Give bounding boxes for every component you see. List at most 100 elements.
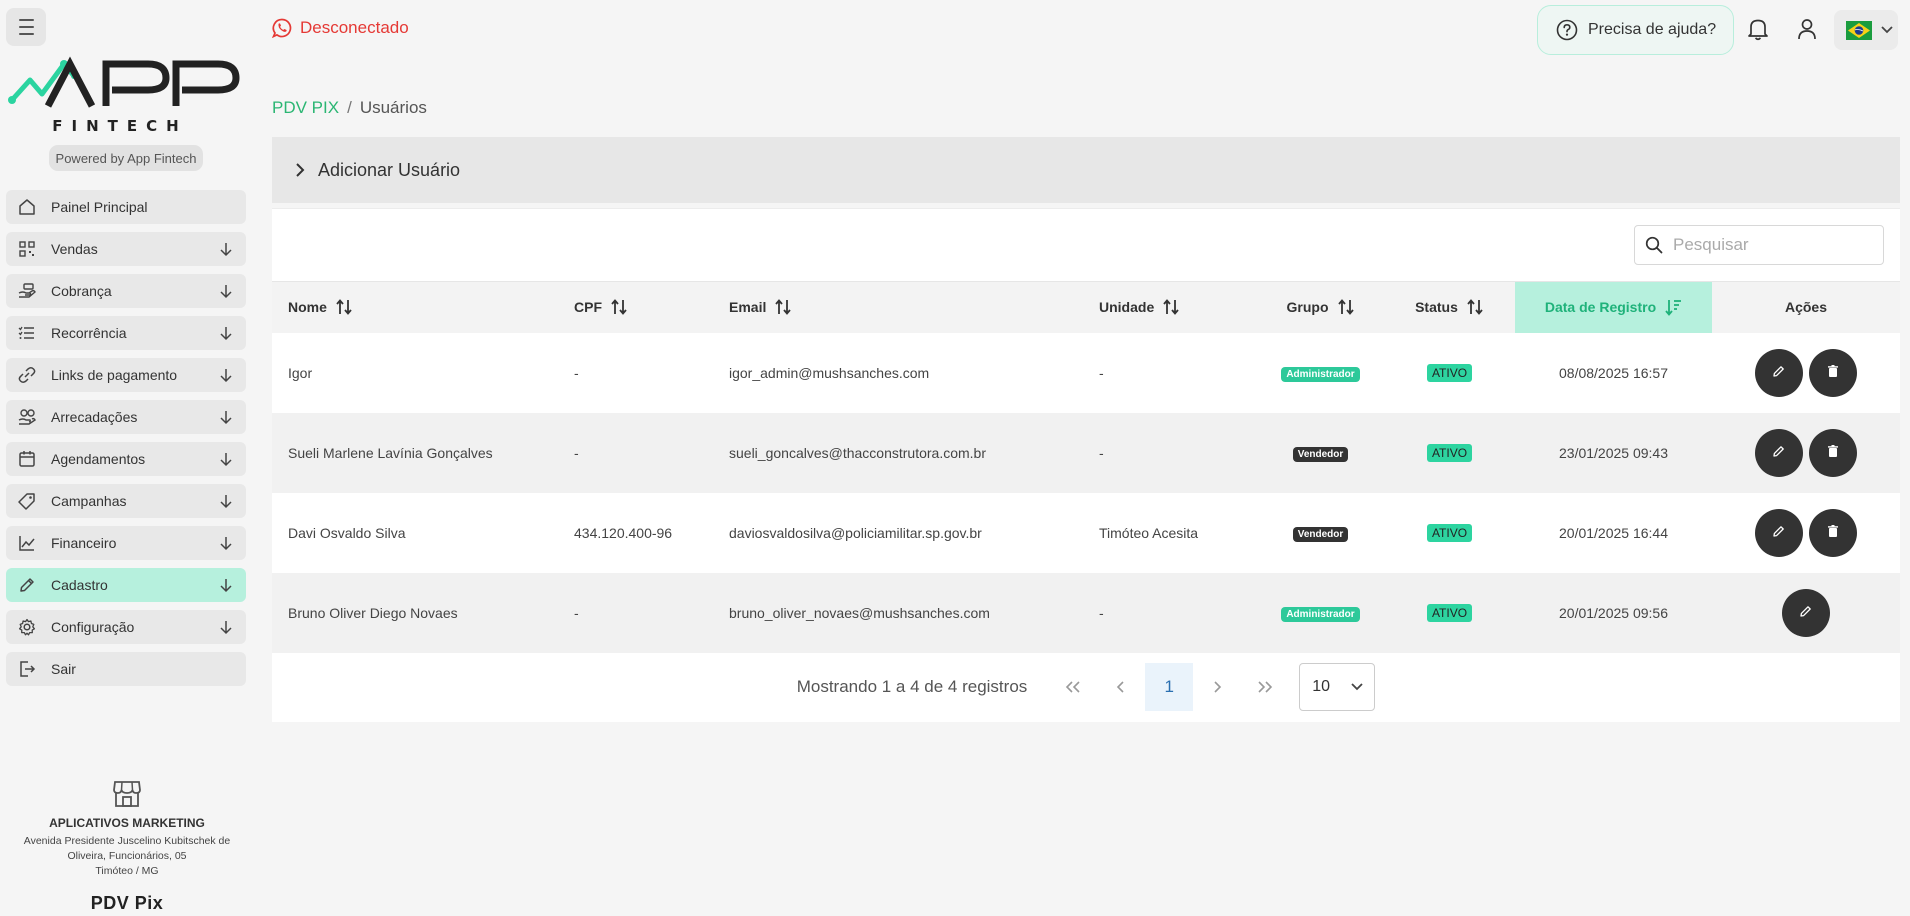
edit-user-button[interactable] [1755, 348, 1803, 397]
bell-icon[interactable] [1747, 17, 1769, 41]
edit-user-button[interactable] [1782, 588, 1830, 637]
status-badge: ATIVO [1426, 363, 1473, 382]
cell-acoes [1712, 413, 1900, 493]
sidebar-item-label: Links de pagamento [51, 367, 178, 383]
search-icon [1645, 236, 1663, 254]
sidebar-item-label: Cobrança [51, 283, 112, 299]
status-badge: ATIVO [1426, 523, 1473, 542]
cell-grupo: Administrador [1257, 333, 1384, 413]
hamburger-menu-button[interactable] [6, 8, 46, 46]
pencil-icon [1799, 604, 1813, 621]
sidebar-item-recorrencia[interactable]: Recorrência [6, 316, 246, 350]
group-badge: Vendedor [1292, 526, 1349, 542]
last-page-button[interactable] [1241, 663, 1289, 711]
edit-user-button[interactable] [1755, 428, 1803, 477]
breadcrumb: PDV PIX / Usuários [272, 98, 427, 118]
brazil-flag-icon [1846, 20, 1872, 40]
column-header-unidade[interactable]: Unidade [1083, 282, 1257, 333]
breadcrumb-home-link[interactable]: PDV PIX [272, 98, 339, 117]
language-selector[interactable] [1834, 10, 1898, 50]
pencil-icon [1772, 524, 1786, 541]
sidebar-item-label: Campanhas [51, 493, 127, 509]
column-header-data-registro[interactable]: Data de Registro [1515, 281, 1712, 333]
breadcrumb-current: Usuários [359, 98, 427, 117]
sidebar-item-painel-principal[interactable]: Painel Principal [6, 190, 246, 224]
sidebar-item-vendas[interactable]: Vendas [6, 232, 246, 266]
sidebar-item-arrecadacoes[interactable]: Arrecadações [6, 400, 246, 434]
chevron-right-icon [296, 163, 305, 177]
users-table: Nome CPF Email Unidade Grupo Status Data… [272, 281, 1900, 653]
whatsapp-status[interactable]: Desconectado [272, 18, 409, 38]
add-user-accordion[interactable]: Adicionar Usuário [272, 137, 1900, 203]
sidebar-item-campanhas[interactable]: Campanhas [6, 484, 246, 518]
page-size-select[interactable]: 10 [1299, 663, 1376, 711]
donation-icon [18, 408, 36, 426]
previous-page-button[interactable] [1097, 663, 1145, 711]
table-row: Bruno Oliver Diego Novaes - bruno_oliver_n… [272, 572, 1900, 653]
user-icon[interactable] [1797, 18, 1817, 40]
column-header-cpf[interactable]: CPF [558, 282, 713, 333]
whatsapp-status-label: Desconectado [300, 18, 409, 37]
edit-user-button[interactable] [1755, 508, 1803, 557]
delete-user-button[interactable] [1809, 348, 1857, 397]
trash-icon [1826, 444, 1840, 461]
arrow-down-icon [220, 411, 232, 425]
tag-icon [18, 492, 36, 510]
users-table-body: Igor - igor_admin@mushsanches.com - Administ… [272, 333, 1900, 653]
delete-user-button[interactable] [1809, 428, 1857, 477]
users-table-panel: Nome CPF Email Unidade Grupo Status Data… [272, 208, 1900, 722]
column-header-status[interactable]: Status [1384, 282, 1515, 333]
arrow-down-icon [220, 285, 232, 299]
sidebar-item-financeiro[interactable]: Financeiro [6, 526, 246, 560]
next-page-button[interactable] [1193, 663, 1241, 711]
arrow-down-icon [220, 369, 232, 383]
add-user-label: Adicionar Usuário [318, 159, 461, 180]
sidebar: FINTECH Powered by App Fintech Painel Pr… [0, 0, 254, 916]
column-header-acoes: Ações [1784, 299, 1828, 316]
cell-nome: Sueli Marlene Lavínia Gonçalves [288, 444, 493, 461]
sidebar-item-agendamentos[interactable]: Agendamentos [6, 442, 246, 476]
chevron-left-icon [1117, 681, 1124, 693]
column-header-nome[interactable]: Nome [272, 282, 558, 333]
sidebar-item-label: Vendas [51, 241, 98, 257]
arrow-down-icon [220, 495, 232, 509]
column-header-email[interactable]: Email [713, 282, 1083, 333]
cell-email: bruno_oliver_novaes@mushsanches.com [729, 604, 990, 621]
sidebar-item-configuracao[interactable]: Configuração [6, 610, 246, 644]
sidebar-nav: Painel Principal Vendas Cobrança Recorrênci… [6, 190, 246, 694]
cell-cpf: 434.120.400-96 [574, 524, 673, 541]
sidebar-item-label: Cadastro [51, 577, 108, 593]
sidebar-item-cadastro[interactable]: Cadastro [6, 568, 246, 602]
cell-unidade: - [1099, 444, 1104, 461]
sidebar-item-links-de-pagamento[interactable]: Links de pagamento [6, 358, 246, 392]
cell-nome: Davi Osvaldo Silva [288, 524, 406, 541]
table-row: Igor - igor_admin@mushsanches.com - Administ… [272, 333, 1900, 413]
status-badge: ATIVO [1426, 443, 1473, 462]
sidebar-item-label: Sair [51, 661, 76, 677]
cell-data-registro: 08/08/2025 16:57 [1559, 364, 1668, 381]
table-header-row: Nome CPF Email Unidade Grupo Status Data… [272, 281, 1900, 333]
help-label: Precisa de ajuda? [1588, 21, 1717, 38]
pencil-icon [18, 576, 36, 594]
delete-user-button[interactable] [1809, 508, 1857, 557]
sidebar-item-sair[interactable]: Sair [6, 652, 246, 686]
sort-descending-icon [1665, 300, 1682, 317]
arrow-down-icon [220, 537, 232, 551]
cell-email: daviosvaldosilva@policiamilitar.sp.gov.b… [729, 524, 982, 541]
cell-acoes [1712, 493, 1900, 573]
cell-unidade: - [1099, 364, 1104, 381]
cell-email: igor_admin@mushsanches.com [729, 364, 930, 381]
cell-status: ATIVO [1384, 493, 1515, 573]
help-button[interactable]: Precisa de ajuda? [1537, 5, 1734, 55]
sidebar-item-cobranca[interactable]: Cobrança [6, 274, 246, 308]
table-row: Sueli Marlene Lavínia Gonçalves - sueli_go… [272, 412, 1900, 493]
first-page-button[interactable] [1049, 663, 1097, 711]
sidebar-item-label: Arrecadações [51, 409, 138, 425]
pencil-icon [1772, 364, 1786, 381]
search-input[interactable] [1673, 235, 1873, 255]
column-header-grupo[interactable]: Grupo [1257, 282, 1384, 333]
product-name: PDV Pix [90, 893, 164, 913]
cell-unidade: Timóteo Acesita [1099, 524, 1199, 541]
sidebar-item-label: Configuração [51, 619, 135, 635]
page-1-button[interactable]: 1 [1145, 663, 1194, 711]
